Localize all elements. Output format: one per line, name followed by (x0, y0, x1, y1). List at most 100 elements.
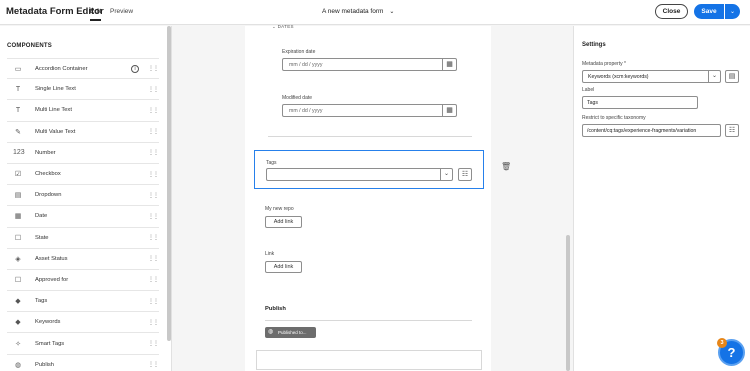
tags-label: Tags (266, 160, 277, 166)
component-item[interactable]: ▭ Accordion Container i ⋮⋮ (7, 58, 159, 80)
asset-status-icon: ◈ (15, 255, 21, 263)
add-link-button[interactable]: Add link (265, 216, 302, 228)
save-options-button[interactable]: ⌄ (725, 4, 740, 19)
expiration-date-field[interactable]: mm / dd / yyyy ▦ (282, 58, 457, 71)
drag-handle-icon[interactable]: ⋮⋮ (148, 107, 159, 114)
component-item[interactable]: ☑ Checkbox ⋮⋮ (7, 164, 159, 186)
drag-handle-icon[interactable]: ⋮⋮ (148, 171, 159, 178)
component-item[interactable]: T Multi Line Text ⋮⋮ (7, 100, 159, 122)
drag-handle-icon[interactable]: ⋮⋮ (148, 234, 159, 241)
chevron-down-icon[interactable]: ⌄ (708, 71, 720, 82)
publish-section-title: Publish (265, 306, 286, 312)
component-label: Approved for (35, 276, 69, 283)
drag-handle-icon[interactable]: ⋮⋮ (148, 192, 159, 199)
calendar-icon[interactable]: ▦ (442, 105, 456, 116)
form-title-text: A new metadata form (322, 8, 384, 15)
taxonomy-picker-icon[interactable]: ☷ (725, 124, 739, 137)
component-item[interactable]: ◆ Keywords ⋮⋮ (7, 312, 159, 334)
form-title-dropdown[interactable]: A new metadata form ⌄ (322, 8, 394, 15)
link-label: Link (265, 251, 275, 257)
text-multi-icon: T (15, 106, 21, 114)
component-label: State (35, 234, 49, 241)
tag-picker-icon[interactable]: ☷ (458, 168, 472, 181)
accordion-icon: ▭ (14, 65, 22, 73)
approved-icon: ☐ (14, 276, 22, 284)
taxonomy-input[interactable]: /content/cq:tags/experience-fragments/va… (582, 124, 721, 137)
components-list: ▭ Accordion Container i ⋮⋮ T Single Line Text… (7, 58, 159, 371)
component-item[interactable]: ☐ State ⋮⋮ (7, 228, 159, 249)
component-label: Multi Value Text (35, 128, 76, 135)
state-icon: ☐ (14, 234, 22, 242)
component-item[interactable]: ☐ Approved for ⋮⋮ (7, 270, 159, 292)
component-label: Keywords (35, 319, 61, 326)
component-item[interactable]: T Single Line Text ⋮⋮ (7, 79, 159, 101)
chevron-down-icon: ⌄ (729, 9, 736, 15)
tab-preview[interactable]: Preview (110, 8, 133, 15)
smart-tags-icon: ✧ (15, 340, 21, 348)
close-button[interactable]: Close (655, 4, 688, 19)
drag-handle-icon[interactable]: ⋮⋮ (148, 276, 159, 283)
components-heading: COMPONENTS (7, 43, 53, 49)
drag-handle-icon[interactable]: ⋮⋮ (148, 213, 159, 220)
add-link-button[interactable]: Add link (265, 261, 302, 273)
settings-panel: Settings Metadata property * Keywords (x… (573, 26, 750, 371)
save-button[interactable]: Save (694, 4, 724, 19)
info-icon[interactable]: i (131, 64, 139, 73)
delete-icon[interactable]: 🗑 (501, 162, 511, 171)
expiration-date-label: Expiration date (282, 49, 316, 55)
multi-value-icon: ✎ (15, 128, 21, 136)
components-scrollbar[interactable] (167, 26, 171, 341)
chevron-down-icon[interactable]: ⌄ (440, 169, 452, 180)
text-icon: T (15, 85, 21, 93)
modified-date-field[interactable]: mm / dd / yyyy ▦ (282, 104, 457, 117)
dates-section-header[interactable]: ⌄ DATES (272, 24, 294, 30)
component-item[interactable]: ◆ Tags ⋮⋮ (7, 291, 159, 313)
drag-handle-icon[interactable]: ⋮⋮ (148, 86, 159, 93)
section-divider (265, 320, 472, 321)
drag-handle-icon[interactable]: ⋮⋮ (148, 340, 159, 347)
section-divider (268, 136, 472, 137)
drag-handle-icon[interactable]: ⋮⋮ (148, 298, 159, 305)
component-label: Checkbox (35, 171, 61, 178)
help-icon: ? (727, 345, 736, 360)
drag-handle-icon[interactable]: ⋮⋮ (148, 255, 159, 262)
app-title: Metadata Form Editor (6, 6, 104, 17)
settings-title: Settings (582, 42, 606, 48)
component-item[interactable]: ◍ Publish ⋮⋮ (7, 355, 159, 371)
publish-icon: ◍ (14, 361, 22, 369)
label-input[interactable]: Tags (582, 96, 698, 109)
component-item[interactable]: 123 Number ⋮⋮ (7, 143, 159, 164)
component-label: Publish (35, 361, 55, 368)
tags-combobox[interactable]: ⌄ (266, 168, 453, 181)
component-item[interactable]: ✎ Multi Value Text ⋮⋮ (7, 122, 159, 143)
metadata-property-label: Metadata property * (582, 61, 626, 67)
globe-icon: ◍ (268, 329, 274, 335)
metadata-property-select[interactable]: Keywords (xcm:keywords) ⌄ (582, 70, 721, 83)
required-mark: * (623, 61, 626, 67)
my-new-repo-label: My new repo (265, 206, 294, 212)
schema-browser-icon[interactable]: ▤ (725, 70, 739, 83)
drag-handle-icon[interactable]: ⋮⋮ (148, 361, 159, 368)
tab-edit[interactable]: Edit (90, 8, 102, 21)
date-placeholder: mm / dd / yyyy (289, 108, 323, 114)
drag-handle-icon[interactable]: ⋮⋮ (148, 149, 159, 156)
component-item[interactable]: ◈ Asset Status ⋮⋮ (7, 249, 159, 270)
components-panel: COMPONENTS ▭ Accordion Container i ⋮⋮ T Singl… (0, 26, 172, 371)
metadata-property-value: Keywords (xcm:keywords) (588, 74, 649, 80)
component-label: Dropdown (35, 192, 62, 199)
taxonomy-label: Restrict to specific taxonomy (582, 115, 646, 121)
calendar-icon[interactable]: ▦ (442, 59, 456, 70)
component-label: Tags (35, 298, 48, 305)
drag-handle-icon[interactable]: ⋮⋮ (148, 319, 159, 326)
drag-handle-icon[interactable]: ⋮⋮ (148, 65, 159, 72)
component-label: Asset Status (35, 255, 68, 262)
component-item[interactable]: ▤ Dropdown ⋮⋮ (7, 185, 159, 207)
drag-handle-icon[interactable]: ⋮⋮ (148, 128, 159, 135)
notification-badge: 3 (717, 338, 727, 348)
component-label: Accordion Container (35, 65, 88, 72)
component-label: Date (35, 213, 48, 220)
component-item[interactable]: ✧ Smart Tags ⋮⋮ (7, 333, 159, 355)
canvas-scrollbar[interactable] (566, 235, 570, 371)
component-item[interactable]: ▦ Date ⋮⋮ (7, 206, 159, 228)
tags-field-selected[interactable]: Tags ⌄ ☷ (254, 150, 484, 189)
